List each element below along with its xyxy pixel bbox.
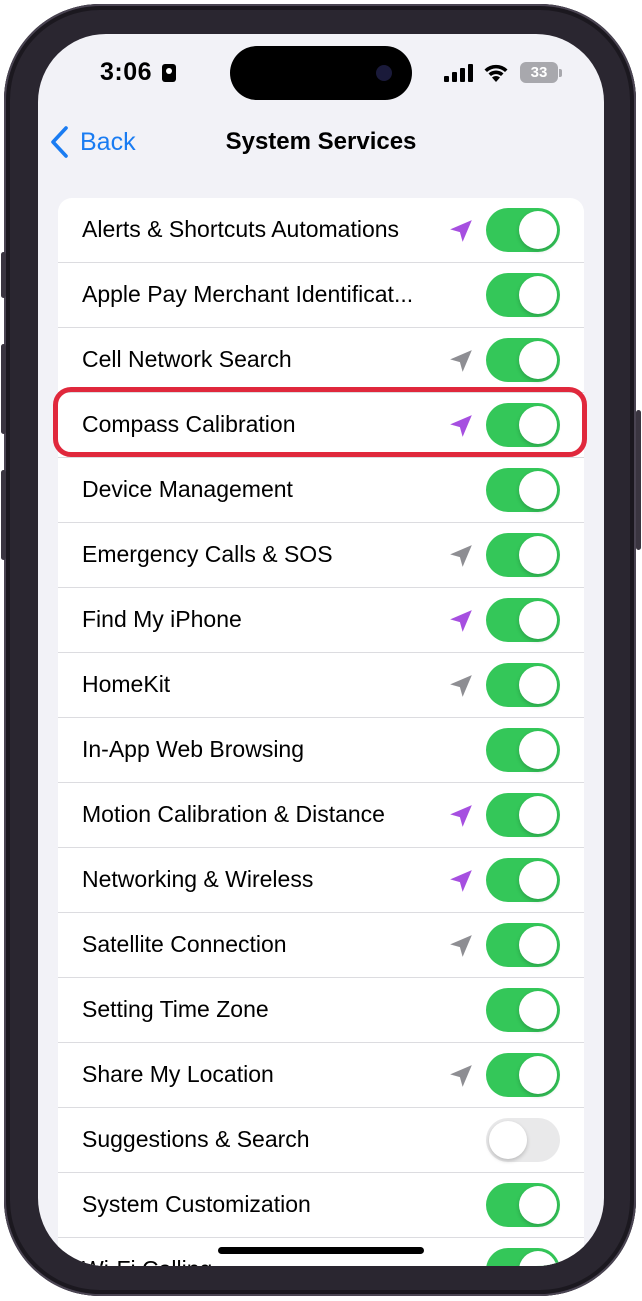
- service-toggle[interactable]: [486, 273, 560, 317]
- toggle-knob: [519, 471, 557, 509]
- service-row: Find My iPhone: [58, 588, 584, 653]
- service-label: Share My Location: [82, 1061, 274, 1087]
- toggle-knob: [519, 601, 557, 639]
- toggle-knob: [519, 341, 557, 379]
- page-title: System Services: [225, 128, 417, 155]
- status-time: 3:06: [100, 58, 153, 86]
- location-arrow-icon: [450, 870, 472, 892]
- location-arrow-icon: [450, 415, 472, 437]
- service-label: Find My iPhone: [82, 606, 242, 632]
- service-label: Compass Calibration: [82, 411, 296, 437]
- contact-card-icon: [162, 64, 176, 82]
- toggle-knob: [519, 406, 557, 444]
- action-button: [1, 252, 6, 298]
- service-row: Alerts & Shortcuts Automations: [58, 198, 584, 263]
- camera-icon: [376, 65, 392, 81]
- service-row: Device Management: [58, 458, 584, 523]
- service-label: Emergency Calls & SOS: [82, 541, 333, 567]
- service-toggle[interactable]: [486, 598, 560, 642]
- system-services-list: Alerts & Shortcuts Automations Apple Pay …: [58, 198, 584, 1266]
- service-label: Satellite Connection: [82, 931, 287, 957]
- toggle-knob: [489, 1121, 527, 1159]
- service-label: Networking & Wireless: [82, 866, 314, 892]
- service-label: Cell Network Search: [82, 346, 292, 372]
- service-label: System Customization: [82, 1191, 311, 1217]
- toggle-knob: [519, 1186, 557, 1224]
- cellular-signal-icon: [444, 64, 474, 82]
- service-toggle[interactable]: [486, 728, 560, 772]
- service-row: Setting Time Zone: [58, 978, 584, 1043]
- toggle-knob: [519, 991, 557, 1029]
- service-label: Suggestions & Search: [82, 1126, 310, 1152]
- dynamic-island: [230, 46, 412, 100]
- service-row: Networking & Wireless: [58, 848, 584, 913]
- battery-icon: 33: [520, 62, 558, 83]
- service-label: Setting Time Zone: [82, 996, 269, 1022]
- toggle-knob: [519, 536, 557, 574]
- toggle-knob: [519, 666, 557, 704]
- service-row: Share My Location: [58, 1043, 584, 1108]
- service-toggle[interactable]: [486, 208, 560, 252]
- service-label: HomeKit: [82, 671, 171, 697]
- service-row: HomeKit: [58, 653, 584, 718]
- service-label: Wi-Fi Calling: [82, 1256, 212, 1266]
- toggle-knob: [519, 796, 557, 834]
- service-toggle[interactable]: [486, 1248, 560, 1266]
- service-toggle[interactable]: [486, 1053, 560, 1097]
- toggle-knob: [519, 861, 557, 899]
- service-toggle[interactable]: [486, 1118, 560, 1162]
- service-label: Device Management: [82, 476, 293, 502]
- toggle-knob: [519, 276, 557, 314]
- location-arrow-icon: [450, 545, 472, 567]
- service-toggle[interactable]: [486, 858, 560, 902]
- location-arrow-icon: [450, 1065, 472, 1087]
- home-indicator[interactable]: [218, 1247, 424, 1254]
- service-row: In-App Web Browsing: [58, 718, 584, 783]
- service-toggle[interactable]: [486, 1183, 560, 1227]
- power-button: [636, 410, 641, 550]
- service-row: Cell Network Search: [58, 328, 584, 393]
- service-toggle[interactable]: [486, 923, 560, 967]
- service-row: Compass Calibration: [58, 393, 584, 458]
- service-toggle[interactable]: [486, 338, 560, 382]
- service-row: Suggestions & Search: [58, 1108, 584, 1173]
- service-row: Motion Calibration & Distance: [58, 783, 584, 848]
- navigation-bar: Back System Services: [38, 114, 604, 174]
- service-row: System Customization: [58, 1173, 584, 1238]
- service-toggle[interactable]: [486, 793, 560, 837]
- location-arrow-icon: [450, 805, 472, 827]
- service-toggle[interactable]: [486, 403, 560, 447]
- volume-up-button: [1, 344, 6, 434]
- service-toggle[interactable]: [486, 533, 560, 577]
- volume-down-button: [1, 470, 6, 560]
- service-toggle[interactable]: [486, 663, 560, 707]
- service-label: Motion Calibration & Distance: [82, 801, 385, 827]
- location-arrow-icon: [450, 935, 472, 957]
- location-arrow-icon: [450, 675, 472, 697]
- status-bar: 3:06 33: [38, 34, 604, 114]
- service-label: Alerts & Shortcuts Automations: [82, 216, 400, 242]
- service-row: Emergency Calls & SOS: [58, 523, 584, 588]
- toggle-knob: [519, 731, 557, 769]
- toggle-knob: [519, 926, 557, 964]
- service-label: Apple Pay Merchant Identificat...: [82, 281, 414, 307]
- service-toggle[interactable]: [486, 988, 560, 1032]
- battery-tip: [559, 69, 562, 77]
- service-toggle[interactable]: [486, 468, 560, 512]
- location-arrow-icon: [450, 220, 472, 242]
- location-arrow-icon: [450, 350, 472, 372]
- toggle-knob: [519, 1056, 557, 1094]
- wifi-icon: [484, 64, 508, 82]
- service-row: Satellite Connection: [58, 913, 584, 978]
- screen: 3:06 33 Back System Services Alerts & Sh…: [38, 34, 604, 1266]
- service-row: Apple Pay Merchant Identificat...: [58, 263, 584, 328]
- toggle-knob: [519, 1251, 557, 1266]
- location-arrow-icon: [450, 610, 472, 632]
- toggle-knob: [519, 211, 557, 249]
- service-label: In-App Web Browsing: [82, 736, 305, 762]
